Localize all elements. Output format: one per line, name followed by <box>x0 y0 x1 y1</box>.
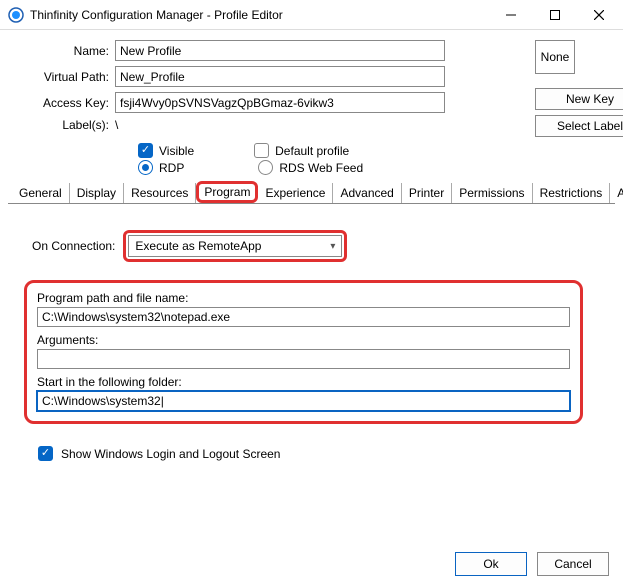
tab-resources[interactable]: Resources <box>124 183 196 203</box>
access-key-input[interactable] <box>115 92 445 113</box>
arguments-label: Arguments: <box>37 333 570 347</box>
on-connection-value: Execute as RemoteApp <box>135 239 261 253</box>
rds-label: RDS Web Feed <box>279 161 363 175</box>
virtual-path-label: Virtual Path: <box>20 70 115 84</box>
radio-icon <box>138 160 153 175</box>
show-windows-login-label: Show Windows Login and Logout Screen <box>61 447 280 461</box>
maximize-button[interactable] <box>533 1 577 29</box>
rdp-radio[interactable]: RDP <box>138 160 184 175</box>
tab-printer[interactable]: Printer <box>402 183 452 203</box>
close-button[interactable] <box>577 1 621 29</box>
on-connection-select[interactable]: Execute as RemoteApp ▾ <box>128 235 342 257</box>
labels-value: \ <box>115 118 118 132</box>
start-in-input[interactable] <box>37 391 570 411</box>
checkbox-icon <box>138 143 153 158</box>
minimize-button[interactable] <box>489 1 533 29</box>
program-fields-highlight: Program path and file name: Arguments: S… <box>24 280 583 424</box>
tab-permissions[interactable]: Permissions <box>452 183 532 203</box>
app-icon <box>8 7 24 23</box>
program-path-input[interactable] <box>37 307 570 327</box>
arguments-input[interactable] <box>37 349 570 369</box>
dialog-footer: Ok Cancel <box>455 552 609 576</box>
on-connection-highlight: Execute as RemoteApp ▾ <box>123 230 347 262</box>
cancel-button[interactable]: Cancel <box>537 552 609 576</box>
on-connection-label: On Connection: <box>32 239 115 253</box>
virtual-path-input[interactable] <box>115 66 445 87</box>
name-input[interactable] <box>115 40 445 61</box>
tab-general[interactable]: General <box>12 183 70 203</box>
tab-experience[interactable]: Experience <box>258 183 333 203</box>
chevron-down-icon: ▾ <box>330 241 335 252</box>
window-title: Thinfinity Configuration Manager - Profi… <box>30 8 489 22</box>
tab-bar: General Display Resources Program Experi… <box>8 181 615 204</box>
show-windows-login-checkbox[interactable]: Show Windows Login and Logout Screen <box>38 446 603 461</box>
rds-radio[interactable]: RDS Web Feed <box>258 160 363 175</box>
visible-checkbox[interactable]: Visible <box>138 143 194 158</box>
tab-restrictions[interactable]: Restrictions <box>533 183 611 203</box>
tab-access-hours[interactable]: Access Hours <box>610 183 623 203</box>
icon-none-label: None <box>541 50 570 64</box>
name-label: Name: <box>20 44 115 58</box>
labels-label: Label(s): <box>20 118 115 132</box>
visible-label: Visible <box>159 144 194 158</box>
rdp-label: RDP <box>159 161 184 175</box>
checkbox-icon <box>254 143 269 158</box>
select-label-button[interactable]: Select Label <box>535 115 623 137</box>
checkbox-icon <box>38 446 53 461</box>
profile-form: Name: Virtual Path: Access Key: Label(s)… <box>0 30 623 175</box>
tab-advanced[interactable]: Advanced <box>333 183 401 203</box>
start-in-label: Start in the following folder: <box>37 375 570 389</box>
icon-none-button[interactable]: None <box>535 40 575 74</box>
tab-program[interactable]: Program <box>196 181 258 203</box>
default-profile-checkbox[interactable]: Default profile <box>254 143 349 158</box>
program-path-label: Program path and file name: <box>37 291 570 305</box>
radio-icon <box>258 160 273 175</box>
access-key-label: Access Key: <box>20 96 115 110</box>
program-pane: On Connection: Execute as RemoteApp ▾ Pr… <box>8 212 615 471</box>
default-label: Default profile <box>275 144 349 158</box>
titlebar: Thinfinity Configuration Manager - Profi… <box>0 0 623 30</box>
tab-display[interactable]: Display <box>70 183 124 203</box>
ok-button[interactable]: Ok <box>455 552 527 576</box>
new-key-button[interactable]: New Key <box>535 88 623 110</box>
